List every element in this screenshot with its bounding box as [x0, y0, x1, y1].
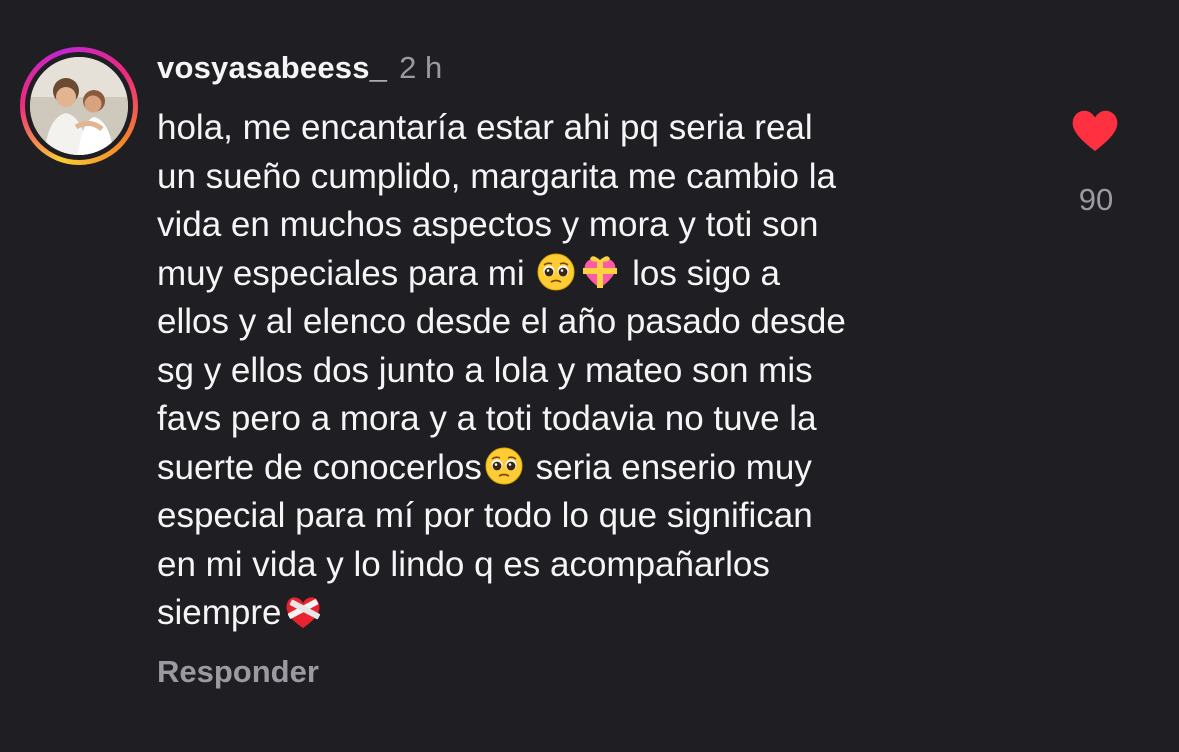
comment: vosyasabeess_ 2 h hola, me encantaría es…	[0, 0, 1179, 752]
mending-heart-emoji	[283, 591, 323, 631]
comment-fragment: suerte de conocerlos	[157, 447, 482, 487]
comment-text: hola, me encantaría estar ahi pq seria r…	[157, 104, 1037, 638]
heart-with-ribbon-emoji	[580, 252, 620, 292]
comment-line: hola, me encantaría estar ahi pq seria r…	[157, 108, 813, 147]
comment-line: siempre	[157, 589, 1037, 638]
comment-line: favs pero a mora y a toti todavia no tuv…	[157, 399, 817, 438]
timestamp: 2 h	[399, 50, 443, 85]
avatar[interactable]	[30, 57, 128, 155]
comment-line: en mi vida y lo lindo q es acompañarlos	[157, 544, 770, 584]
comment-fragment: siempre	[157, 593, 282, 632]
reply-button[interactable]: Responder	[157, 654, 319, 690]
comment-line: un sueño cumplido, margarita me cambio l…	[157, 156, 836, 196]
username[interactable]: vosyasabeess_	[157, 50, 387, 86]
pleading-face-emoji	[536, 252, 576, 292]
comment-line: vida en muchos aspectos y mora y toti so…	[157, 205, 819, 244]
comment-line: sg y ellos dos junto a lola y mateo son …	[157, 350, 813, 390]
comment-fragment: seria enserio muy	[535, 447, 812, 487]
heart-icon[interactable]	[1070, 107, 1120, 153]
avatar-story-ring[interactable]	[20, 47, 138, 165]
comment-line: suerte de conocerlos seria enserio muy	[157, 444, 1037, 493]
comment-header: vosyasabeess_ 2 h	[157, 50, 442, 90]
pleading-face-emoji	[484, 446, 524, 486]
like-count: 90	[1078, 182, 1114, 217]
avatar-image	[30, 57, 128, 155]
comment-fragment: los sigo a	[632, 253, 780, 293]
comment-line: especial para mí por todo lo que signifi…	[157, 496, 813, 535]
avatar-ring-gap	[25, 52, 133, 160]
comment-line: muy especiales para mi los sigo a	[157, 250, 1037, 299]
comment-fragment: muy especiales para mi	[157, 253, 525, 293]
comment-line: ellos y al elenco desde el año pasado de…	[157, 302, 846, 341]
